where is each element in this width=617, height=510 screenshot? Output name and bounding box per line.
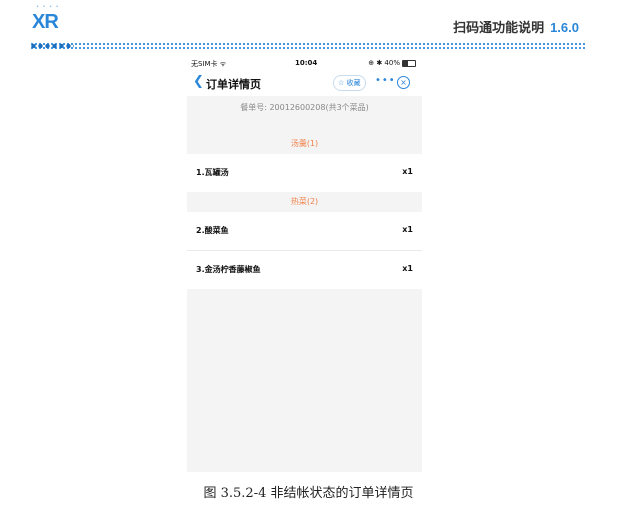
category-header-hot: 热菜(2) (187, 192, 422, 212)
figure-caption: 图 3.5.2-4 非结帐状态的订单详情页 (203, 486, 414, 501)
carrier-text: 无SIM卡 ᯤ (191, 60, 227, 68)
nav-bar: ❮ 订单详情页 ☆ 收藏 ••• × (187, 70, 422, 96)
list-item[interactable]: 2.酸菜鱼 x1 (187, 212, 422, 250)
favorite-button[interactable]: ☆ 收藏 (333, 75, 366, 91)
xr-logo: XR (32, 11, 59, 33)
status-time: 10:04 (295, 59, 318, 67)
battery-icon (402, 59, 416, 67)
list-item[interactable]: 3.金汤柠香藤椒鱼 x1 (187, 251, 422, 289)
dish-quantity: x1 (402, 225, 413, 234)
dotted-divider (30, 42, 585, 50)
more-icon[interactable]: ••• (375, 75, 396, 86)
dish-name: 2.酸菜鱼 (196, 226, 229, 235)
logo-dots-decoration: • • • • (36, 4, 60, 10)
close-icon[interactable]: × (397, 76, 410, 89)
dish-quantity: x1 (402, 264, 413, 273)
order-number: 餐单号: 20012600208(共3个菜品) (240, 103, 369, 112)
chevron-left-icon[interactable]: ❮ (193, 75, 204, 89)
dish-quantity: x1 (402, 167, 413, 176)
dotted-divider-accent (30, 41, 74, 51)
phone-screen: 无SIM卡 ᯤ 10:04 ⊕ ✱ 40% ❮ 订单详情页 ☆ 收藏 ••• ×… (187, 56, 422, 472)
page-title: 订单详情页 (206, 78, 261, 91)
list-item[interactable]: 1.瓦罐汤 x1 (187, 154, 422, 192)
dish-name: 3.金汤柠香藤椒鱼 (196, 265, 261, 274)
status-bar: 无SIM卡 ᯤ 10:04 ⊕ ✱ 40% (187, 56, 422, 70)
document-version: 1.6.0 (550, 20, 579, 35)
document-title: 扫码通功能说明 1.6.0 (453, 20, 579, 36)
category-header-soup: 汤羹(1) (187, 134, 422, 154)
dish-name: 1.瓦罐汤 (196, 168, 229, 177)
status-indicators: ⊕ ✱ 40% (368, 59, 416, 67)
